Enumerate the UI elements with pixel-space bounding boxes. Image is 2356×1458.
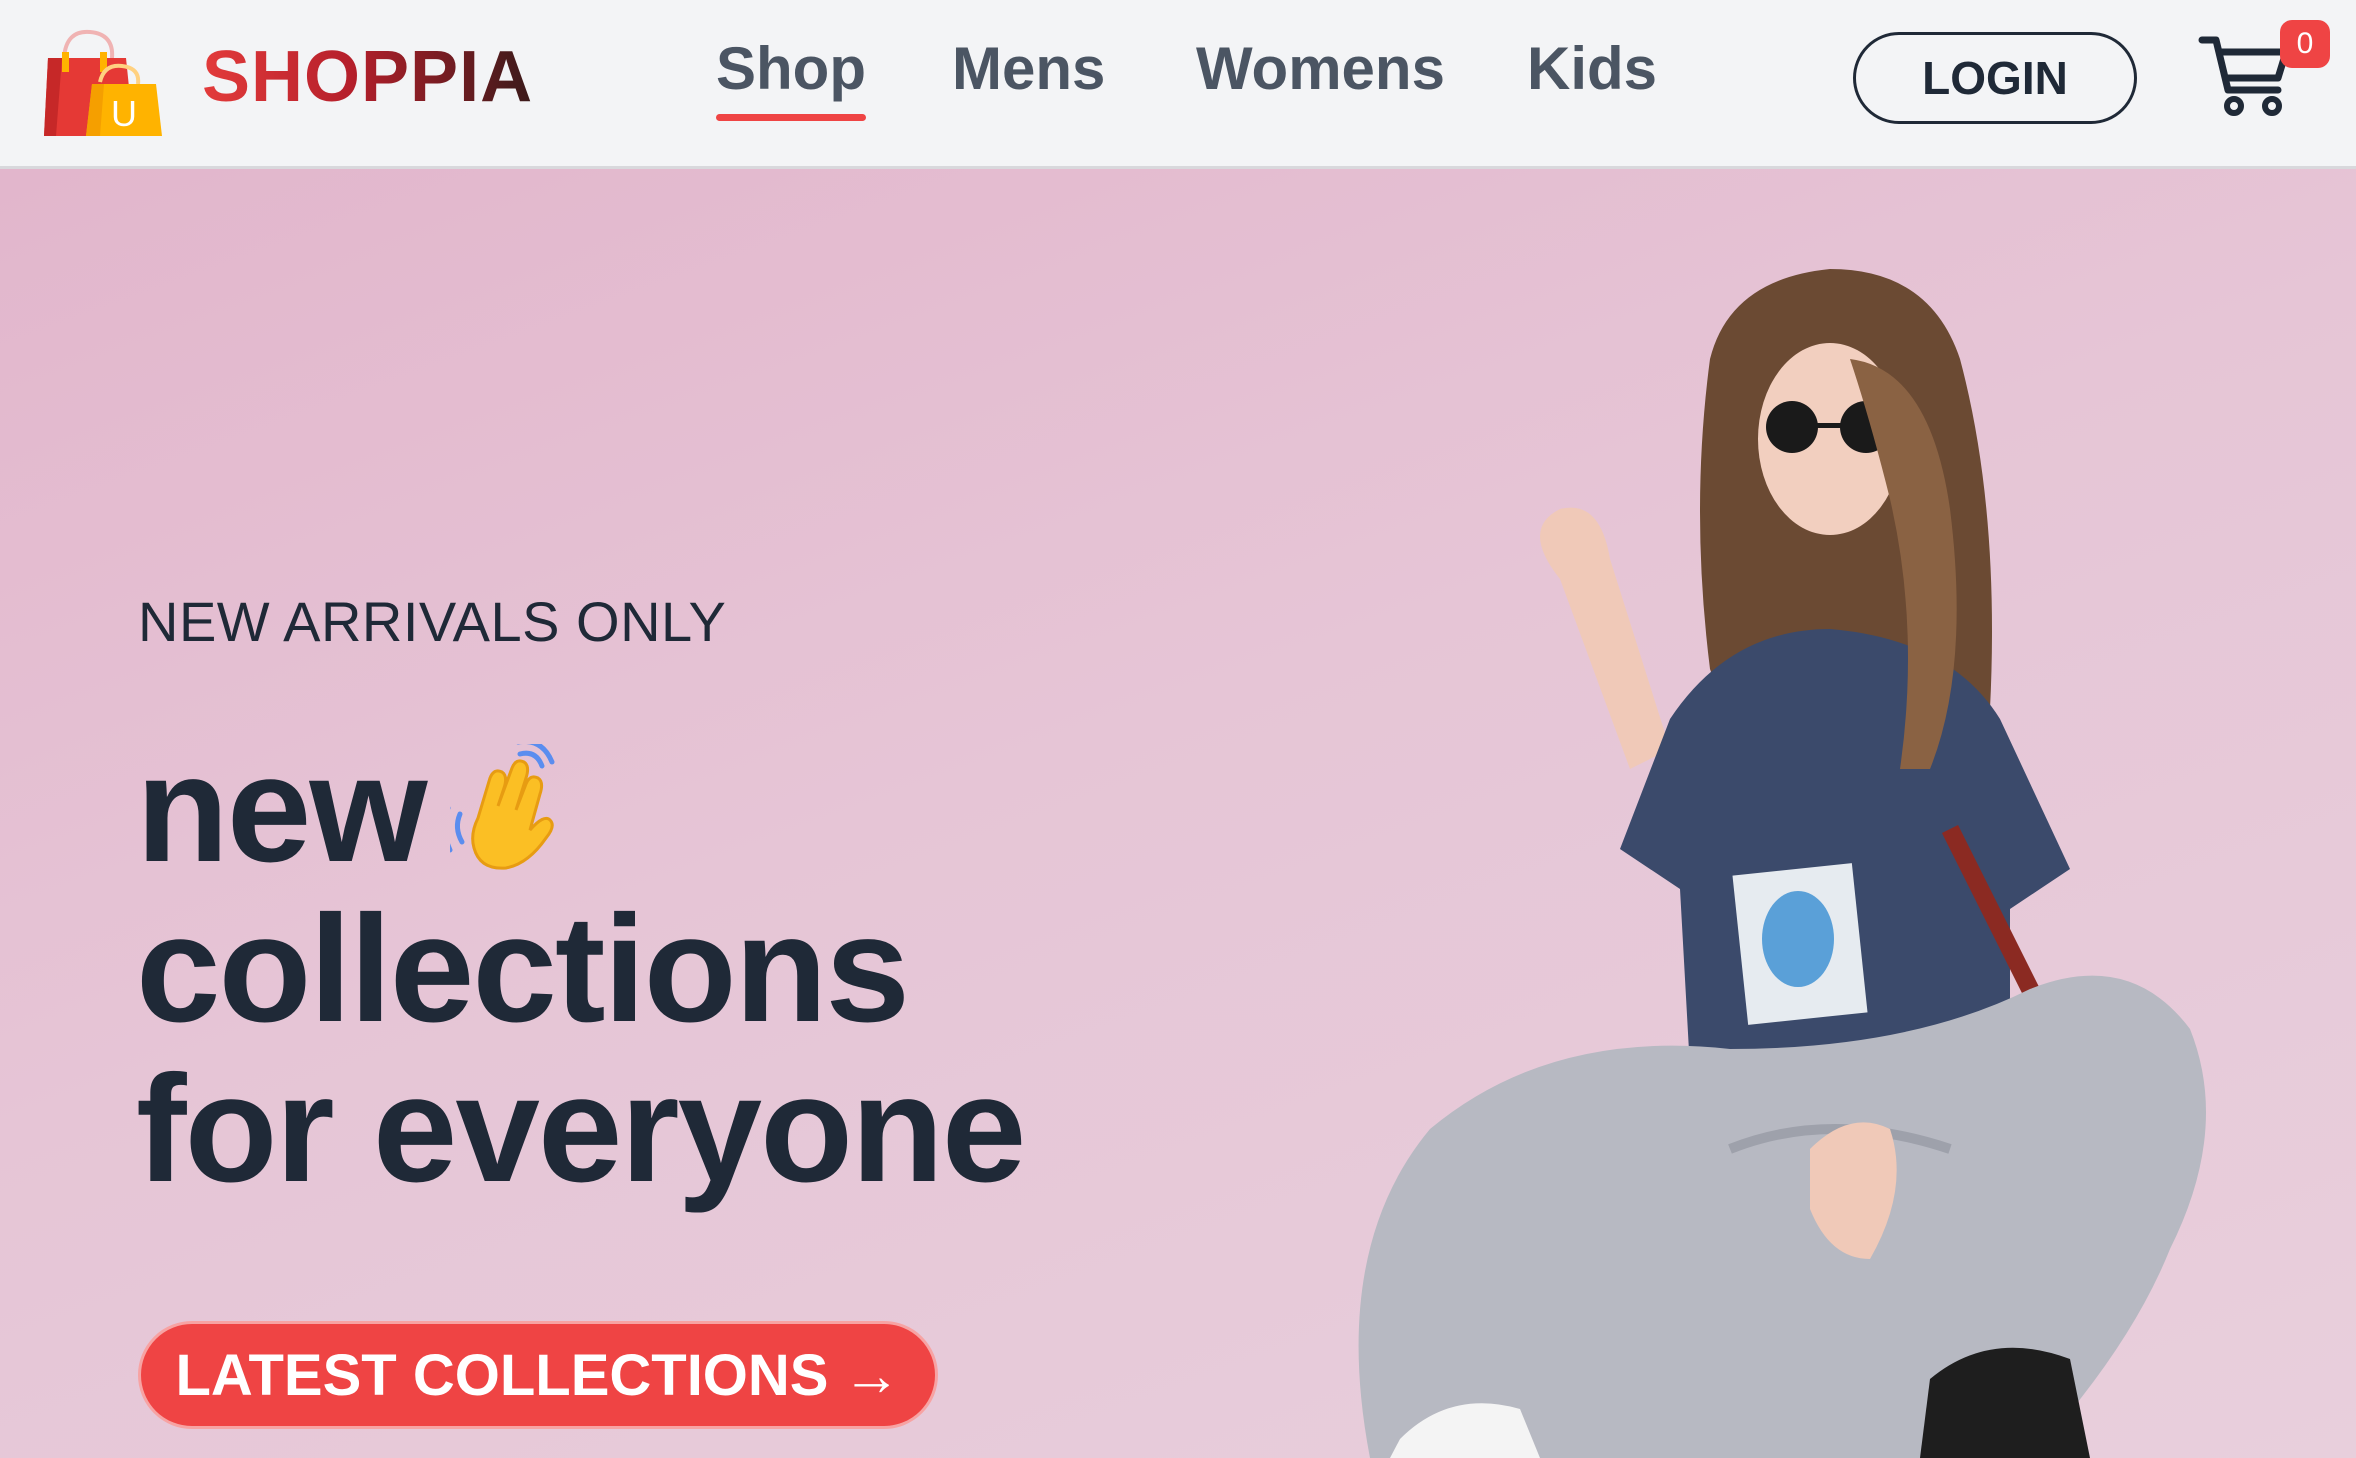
cart-count-badge: 0 (2280, 20, 2330, 68)
headline-line-1: new (136, 729, 1024, 889)
headline-word: new (136, 724, 428, 894)
nav-item-label: Shop (716, 35, 866, 102)
hero-eyebrow: NEW ARRIVALS ONLY (138, 590, 727, 653)
nav-item-womens[interactable]: Womens (1196, 34, 1445, 103)
brand-name[interactable]: SHOPPIA (202, 36, 533, 118)
site-header: U SHOPPIA Shop Mens Womens Kids LOGIN 0 (0, 0, 2356, 169)
hero-model-image (1358, 269, 2206, 1458)
hero-headline: new collections for everyone (136, 729, 1026, 1214)
waving-hand-icon (449, 743, 555, 870)
hero-section: NEW ARRIVALS ONLY new collections for ev… (0, 169, 2356, 1458)
nav-item-shop[interactable]: Shop (716, 34, 866, 121)
nav-item-label: Womens (1196, 35, 1445, 102)
active-nav-indicator (716, 114, 866, 121)
headline-line-3: for everyone (136, 1044, 1026, 1214)
shopping-bags-icon[interactable]: U (42, 22, 166, 138)
logo-letter: U (111, 93, 137, 134)
nav-item-label: Kids (1527, 35, 1658, 102)
nav-item-kids[interactable]: Kids (1527, 34, 1657, 103)
latest-collections-button[interactable]: LATEST COLLECTIONS → (138, 1321, 938, 1429)
cta-label: LATEST COLLECTIONS (175, 1342, 829, 1408)
arrow-right-icon: → (842, 1342, 901, 1408)
nav-item-mens[interactable]: Mens (952, 34, 1105, 103)
login-button[interactable]: LOGIN (1853, 32, 2137, 124)
headline-line-2: collections (136, 884, 910, 1054)
nav-item-label: Mens (952, 35, 1106, 102)
